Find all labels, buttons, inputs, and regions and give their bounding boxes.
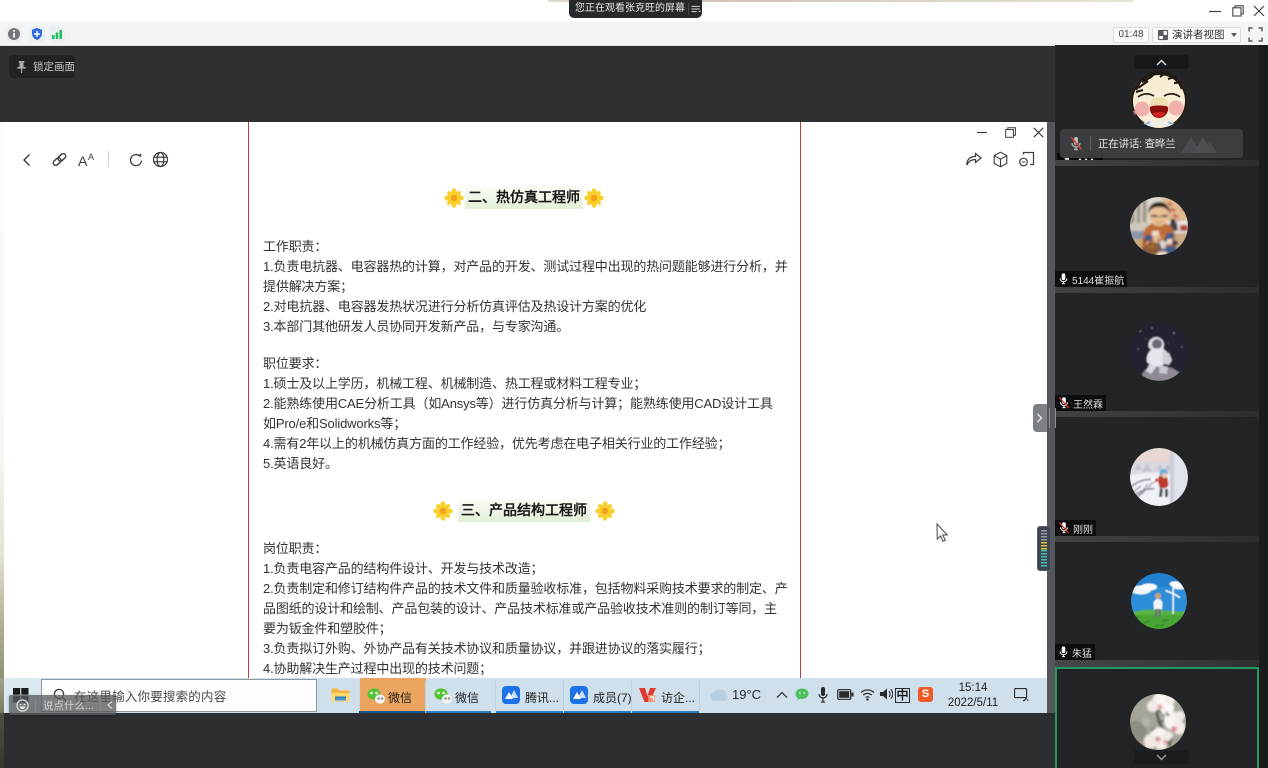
svg-text:A: A bbox=[78, 153, 88, 169]
svg-text:A: A bbox=[88, 152, 94, 162]
